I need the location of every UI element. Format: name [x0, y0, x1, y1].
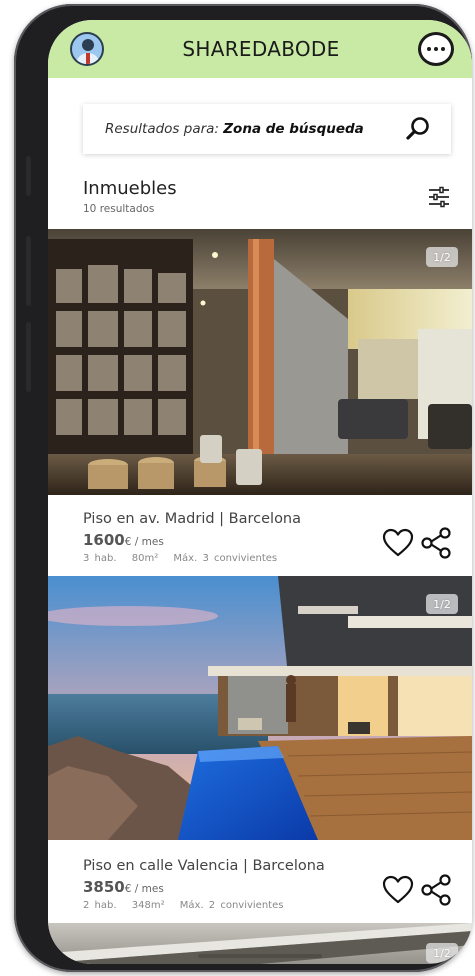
- filter-sliders-icon[interactable]: [428, 186, 450, 208]
- search-query: Zona de búsqueda: [223, 121, 364, 137]
- listing-photo[interactable]: 1/2: [48, 229, 472, 495]
- listing-occupants: Máx. 3 convivientes: [173, 553, 278, 564]
- search-bar[interactable]: Resultados para: Zona de búsqueda: [83, 104, 451, 154]
- listings-title: Inmuebles: [83, 178, 177, 199]
- search-icon[interactable]: [405, 116, 431, 142]
- chat-dot: [440, 47, 445, 51]
- avatar-tie-icon: [86, 53, 90, 64]
- chat-icon[interactable]: [417, 32, 454, 66]
- listing-occupants: Máx. 2 convivientes: [179, 900, 284, 911]
- listing-price-unit: € / mes: [124, 536, 164, 548]
- favorite-heart-icon[interactable]: [382, 528, 414, 558]
- avatar-head-icon: [82, 39, 94, 51]
- listing-card[interactable]: 1/2 Piso en calle Valencia | Barcelona 3…: [48, 576, 472, 918]
- results-count: 10 resultados: [83, 203, 155, 215]
- listing-rooms: 2 hab.: [83, 900, 117, 911]
- profile-avatar[interactable]: [70, 32, 104, 66]
- share-icon[interactable]: [420, 527, 452, 559]
- chat-dot: [426, 47, 431, 51]
- listing-actions: [382, 527, 452, 559]
- listing-card[interactable]: 1/2 Piso en av. Madrid | Barcelona 1600€…: [48, 229, 472, 571]
- app-brand-title: SHAREDABODE: [182, 37, 340, 61]
- listing-area: 80m²: [131, 553, 159, 564]
- share-icon[interactable]: [420, 874, 452, 906]
- app-header: SHAREDABODE: [48, 20, 472, 78]
- listing-rooms: 3 hab.: [83, 553, 117, 564]
- listing-title[interactable]: Piso en av. Madrid | Barcelona: [83, 511, 452, 527]
- listing-area: 348m²: [131, 900, 165, 911]
- villa-pool-ocean-photo-icon: [48, 576, 472, 840]
- listing-photo[interactable]: 1/2: [48, 576, 472, 840]
- photo-counter-badge: 1/2: [426, 594, 458, 614]
- home-indicator: [198, 954, 322, 958]
- search-summary: Resultados para: Zona de búsqueda: [105, 121, 364, 137]
- listings-header: Inmuebles 10 resultados: [83, 178, 450, 222]
- listing-price: 1600: [83, 531, 125, 549]
- favorite-heart-icon[interactable]: [382, 875, 414, 905]
- phone-volume-down-button: [26, 322, 31, 392]
- chat-dot: [433, 47, 438, 51]
- listing-price: 3850: [83, 878, 125, 896]
- photo-counter-badge: 1/2: [426, 943, 458, 963]
- interior-living-room-photo-icon: [48, 229, 472, 495]
- listing-title[interactable]: Piso en calle Valencia | Barcelona: [83, 858, 452, 874]
- listing-actions: [382, 874, 452, 906]
- phone-frame: SHAREDABODE Resultados para: Zona de bús…: [14, 4, 472, 972]
- phone-side-button: [26, 156, 31, 196]
- search-prefix: Resultados para:: [105, 121, 219, 137]
- photo-counter-badge: 1/2: [426, 247, 458, 267]
- listing-price-unit: € / mes: [124, 883, 164, 895]
- app-screen: SHAREDABODE Resultados para: Zona de bús…: [48, 20, 472, 964]
- phone-volume-up-button: [26, 236, 31, 306]
